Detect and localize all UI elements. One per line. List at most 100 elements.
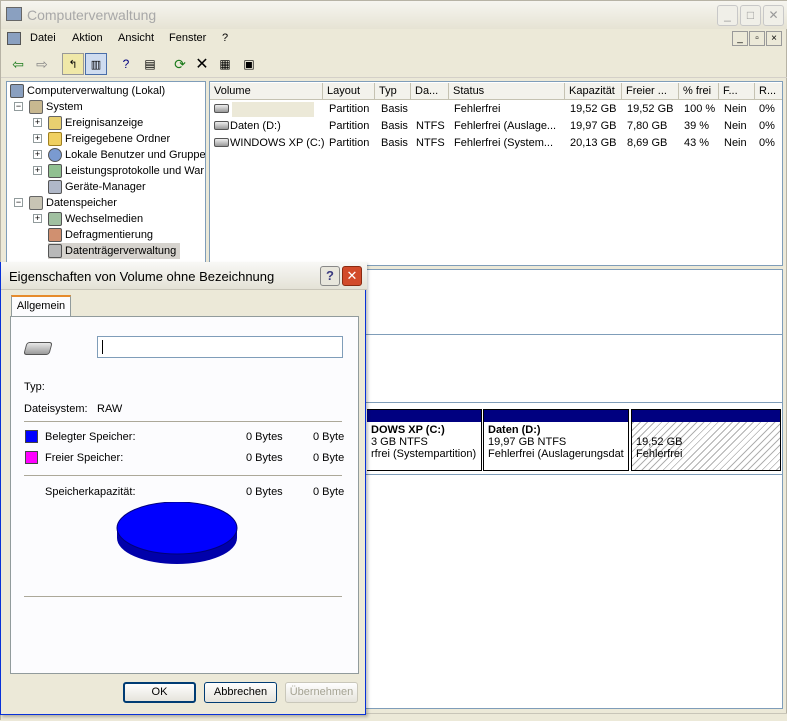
cell-reserve: 0% <box>759 103 775 115</box>
volume-row[interactable]: Daten (D:) Partition Basis NTFS Fehlerfrei (… <box>210 118 782 135</box>
col-kapazitaet[interactable]: Kapazität <box>565 83 622 100</box>
partition-block-c[interactable]: DOWS XP (C:) 3 GB NTFS rfrei (Systempart… <box>367 409 482 471</box>
menu-ansicht[interactable]: Ansicht <box>118 32 154 44</box>
cell-dateisystem: NTFS <box>416 137 445 149</box>
expander-leistung[interactable]: + <box>33 166 42 175</box>
typ-label: Typ: <box>24 381 45 393</box>
col-freier-speicher[interactable]: Freier ... <box>622 83 679 100</box>
expander-ereignis[interactable]: + <box>33 118 42 127</box>
storage-icon <box>29 196 43 211</box>
child-minimize-button[interactable]: _ <box>732 31 748 46</box>
partition-c-status: rfrei (Systempartition) <box>371 448 477 460</box>
expander-freigabe[interactable]: + <box>33 134 42 143</box>
menu-bar: Datei Aktion Ansicht Fenster ? _ ▫ × <box>1 29 787 49</box>
tree-item-lokale-benutzer[interactable]: Lokale Benutzer und Gruppe <box>48 147 205 163</box>
expander-datenspeicher[interactable]: − <box>14 198 23 207</box>
users-icon <box>48 148 62 163</box>
tree-item-wechselmedien[interactable]: Wechselmedien <box>48 211 143 227</box>
cell-typ: Basis <box>381 137 408 149</box>
disk-management-icon <box>48 244 62 259</box>
tree-item-datentraegerverwaltung[interactable]: Datenträgerverwaltung <box>48 243 181 259</box>
tree-item-leistungsprotokolle[interactable]: Leistungsprotokolle und War <box>48 163 204 179</box>
tree-item-geraete-manager[interactable]: Geräte-Manager <box>48 179 146 195</box>
cell-freier-speicher: 7,80 GB <box>627 120 668 132</box>
free-space-color-swatch <box>25 451 38 464</box>
col-prozent-frei[interactable]: % frei <box>679 83 719 100</box>
menu-fenster[interactable]: Fenster <box>169 32 206 44</box>
free-space-bytes: 0 Bytes <box>246 452 283 464</box>
cell-layout: Partition <box>329 103 370 115</box>
delete-icon[interactable]: ✕ <box>191 53 213 75</box>
disk-properties-icon[interactable]: ▦ <box>214 53 236 75</box>
show-hide-tree-icon[interactable]: ▥ <box>85 53 107 75</box>
cell-prozent-frei: 100 % <box>684 103 716 115</box>
col-typ[interactable]: Typ <box>375 83 411 100</box>
toolbar: ⇦ ⇨ ↰ ▥ ? ▤ ⟳ ✕ ▦ ▣ <box>1 50 787 78</box>
cell-typ: Basis <box>381 120 408 132</box>
partition-d-status: Fehlerfrei (Auslagerungsdat <box>488 448 624 460</box>
capacity-label: Speicherkapazität: <box>45 486 136 498</box>
col-volume[interactable]: Volume <box>210 83 323 100</box>
tree-item-freigegebene-ordner[interactable]: Freigegebene Ordner <box>48 131 170 147</box>
maximize-button[interactable]: □ <box>740 5 761 26</box>
volume-row[interactable]: Partition Basis Fehlerfrei 19,52 GB 19,52 GB… <box>210 101 782 118</box>
volume-name-input[interactable] <box>97 336 343 358</box>
cell-dateisystem: NTFS <box>416 120 445 132</box>
partition-block-d[interactable]: Daten (D:) 19,97 GB NTFS Fehlerfrei (Aus… <box>483 409 629 471</box>
disk-help-icon[interactable]: ▣ <box>238 53 260 75</box>
col-status[interactable]: Status <box>449 83 565 100</box>
child-close-button[interactable]: × <box>766 31 782 46</box>
menu-datei[interactable]: Datei <box>30 32 56 44</box>
expander-system[interactable]: − <box>14 102 23 111</box>
partition-header-bar <box>367 410 481 422</box>
col-dateisystem[interactable]: Da... <box>411 83 449 100</box>
selection-highlight <box>232 102 314 117</box>
cell-kapazitaet: 20,13 GB <box>570 137 617 149</box>
partition-c-title: DOWS XP (C:) <box>371 424 445 436</box>
col-layout[interactable]: Layout <box>323 83 375 100</box>
properties-icon[interactable]: ? <box>115 53 137 75</box>
expander-benutzer[interactable]: + <box>33 150 42 159</box>
help-button[interactable]: ? <box>320 266 340 286</box>
up-folder-icon[interactable]: ↰ <box>62 53 84 75</box>
child-restore-button[interactable]: ▫ <box>749 31 765 46</box>
volume-icon <box>214 104 229 113</box>
partition-d-size: 19,97 GB NTFS <box>488 436 567 448</box>
col-fehlertoleranz[interactable]: F... <box>719 83 755 100</box>
tree-item-defragmentierung[interactable]: Defragmentierung <box>48 227 153 243</box>
cell-fehlertoleranz: Nein <box>724 120 747 132</box>
partition-block-unnamed[interactable]: 19,52 GB Fehlerfrei <box>631 409 781 471</box>
volume-icon <box>214 138 229 147</box>
tab-allgemein[interactable]: Allgemein <box>11 295 71 317</box>
computer-icon <box>10 84 24 99</box>
partition-header-bar <box>632 410 780 422</box>
dialog-close-button[interactable]: ✕ <box>342 266 362 286</box>
used-space-color-swatch <box>25 430 38 443</box>
ok-button[interactable]: OK <box>123 682 196 703</box>
menu-aktion[interactable]: Aktion <box>72 32 103 44</box>
menu-help[interactable]: ? <box>222 32 228 44</box>
app-menu-icon[interactable] <box>7 32 21 45</box>
forward-icon[interactable]: ⇨ <box>31 53 53 75</box>
window-title: Computerverwaltung <box>27 7 157 23</box>
close-button[interactable]: ✕ <box>763 5 784 26</box>
help-window-icon[interactable]: ▤ <box>139 53 161 75</box>
tree-item-datenspeicher[interactable]: Datenspeicher <box>29 195 117 211</box>
cell-fehlertoleranz: Nein <box>724 137 747 149</box>
cancel-button[interactable]: Abbrechen <box>204 682 277 703</box>
shared-folder-icon <box>48 132 62 147</box>
tree-item-system[interactable]: System <box>29 99 83 115</box>
system-tools-icon <box>29 100 43 115</box>
minimize-button[interactable]: _ <box>717 5 738 26</box>
tree-item-root[interactable]: Computerverwaltung (Lokal) <box>10 83 165 99</box>
tree-item-ereignisanzeige[interactable]: Ereignisanzeige <box>48 115 143 131</box>
apply-button[interactable]: Übernehmen <box>285 682 358 703</box>
refresh-icon[interactable]: ⟳ <box>169 53 191 75</box>
expander-wechselmedien[interactable]: + <box>33 214 42 223</box>
col-reserve[interactable]: R... <box>755 83 782 100</box>
capacity-size: 0 Byte <box>313 486 345 498</box>
used-space-bytes: 0 Bytes <box>246 431 283 443</box>
volume-row[interactable]: WINDOWS XP (C:) Partition Basis NTFS Fehlerf… <box>210 135 782 152</box>
back-icon[interactable]: ⇦ <box>7 53 29 75</box>
free-space-label: Freier Speicher: <box>45 452 124 464</box>
